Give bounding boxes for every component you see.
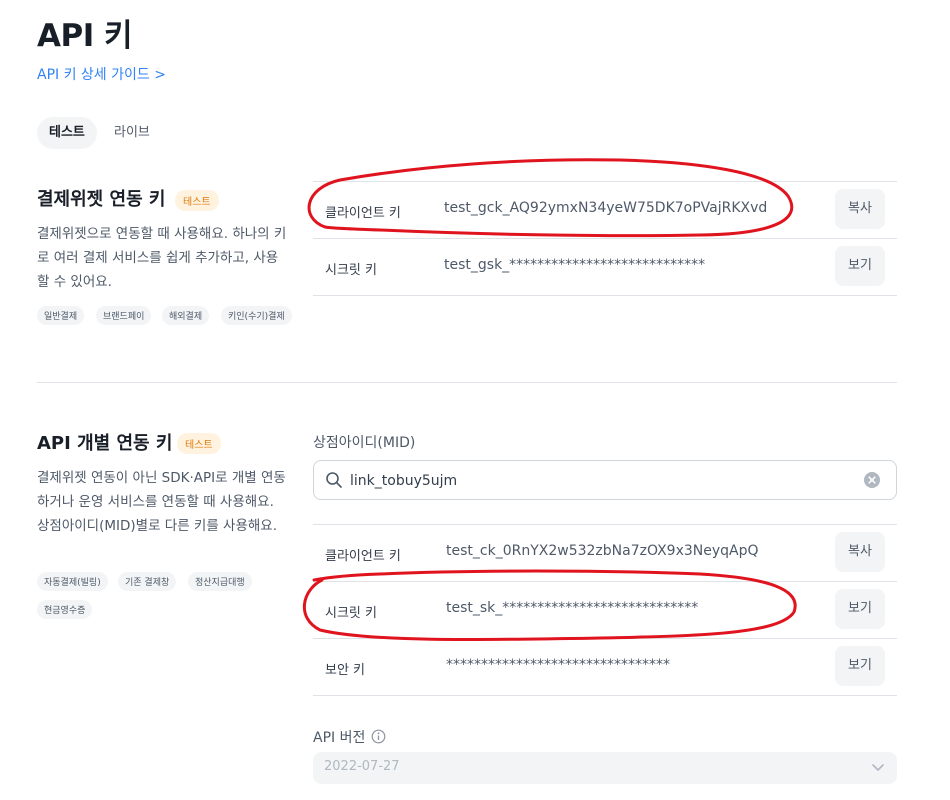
chip-brandpay: 브랜드페이	[96, 306, 152, 325]
divider	[313, 181, 897, 182]
chip-auto-billing: 자동결제(빌링)	[37, 572, 108, 591]
divider	[313, 295, 897, 296]
api-client-key-label: 클라이언트 키	[325, 549, 401, 564]
api-client-key-value: test_ck_0RnYX2w532zbNa7zOX9x3NeyqApQ	[446, 543, 759, 559]
widget-section-title: 결제위젯 연동 키	[37, 189, 166, 210]
chevron-down-icon	[872, 764, 884, 771]
show-api-secret-key-button[interactable]: 보기	[835, 589, 885, 629]
chip-keyin-payment: 키인(수기)결제	[221, 306, 292, 325]
tab-test[interactable]: 테스트	[37, 117, 97, 149]
test-badge: 테스트	[175, 190, 219, 211]
widget-section-description: 결제위젯으로 연동할 때 사용해요. 하나의 키로 여러 결제 서비스를 쉽게 …	[37, 226, 287, 290]
divider	[313, 581, 897, 582]
divider	[313, 524, 897, 525]
clear-icon[interactable]	[864, 472, 880, 488]
search-icon	[326, 472, 342, 488]
annotation-circle-client-key	[307, 158, 794, 238]
test-badge: 테스트	[177, 433, 221, 454]
copy-api-client-key-button[interactable]: 복사	[835, 532, 885, 572]
chip-settlement-agency: 정산지급대행	[188, 572, 252, 591]
chip-legacy-checkout: 기존 결제창	[118, 572, 177, 591]
api-secret-key-label: 시크릿 키	[325, 606, 377, 621]
divider	[313, 638, 897, 639]
mid-input[interactable]	[348, 461, 852, 501]
secret-key-label: 시크릿 키	[325, 263, 377, 278]
api-version-label: API 버전	[313, 730, 366, 746]
show-secret-key-button[interactable]: 보기	[835, 246, 885, 286]
page-title: API 키	[37, 18, 133, 54]
api-version-select[interactable]: 2022-07-27	[313, 752, 897, 784]
info-icon[interactable]	[371, 729, 386, 744]
mid-search-box	[313, 460, 897, 501]
security-key-label: 보안 키	[325, 663, 366, 678]
copy-client-key-button[interactable]: 복사	[835, 189, 885, 229]
client-key-label: 클라이언트 키	[325, 206, 401, 221]
client-key-value: test_gck_AQ92ymxN34yeW75DK7oPVajRKXvd	[444, 200, 768, 216]
secret-key-value: test_gsk_****************************	[444, 257, 706, 273]
mid-label: 상점아이디(MID)	[313, 435, 416, 451]
api-section-title: API 개별 연동 키	[37, 433, 173, 454]
security-key-value: ********************************	[446, 657, 670, 673]
tab-live[interactable]: 라이브	[102, 117, 162, 149]
api-key-guide-link[interactable]: API 키 상세 가이드 >	[37, 64, 166, 84]
section-divider	[37, 382, 897, 383]
divider	[313, 695, 897, 696]
api-version-value: 2022-07-27	[324, 759, 400, 774]
chip-general-payment: 일반결제	[37, 306, 85, 325]
api-section-description: 결제위젯 연동이 아닌 SDK·API로 개별 연동하거나 운영 서비스를 연동…	[37, 470, 286, 534]
chip-cash-receipt: 현금영수증	[37, 600, 93, 619]
api-secret-key-value: test_sk_****************************	[446, 600, 699, 616]
divider	[313, 238, 897, 239]
chip-overseas-payment: 해외결제	[162, 306, 210, 325]
show-security-key-button[interactable]: 보기	[835, 646, 885, 686]
